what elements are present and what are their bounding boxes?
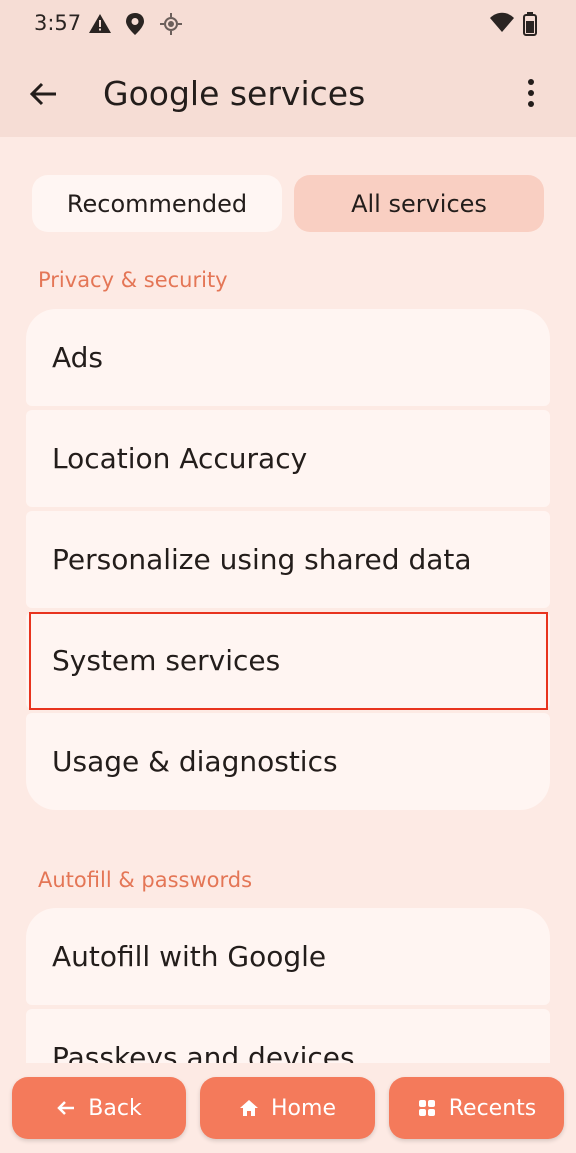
alert-icon bbox=[88, 12, 112, 40]
back-arrow-icon bbox=[56, 1098, 76, 1118]
nav-home-label: Home bbox=[271, 1095, 336, 1121]
section-header-privacy: Privacy & security bbox=[38, 268, 228, 292]
navigation-bar: Back Home Recents bbox=[0, 1063, 576, 1153]
home-icon bbox=[239, 1098, 259, 1118]
recents-icon bbox=[417, 1098, 437, 1118]
tab-recommended[interactable]: Recommended bbox=[32, 175, 282, 232]
location-pin-icon bbox=[124, 12, 146, 40]
back-arrow-icon[interactable] bbox=[28, 78, 60, 114]
list-item-autofill-google[interactable]: Autofill with Google bbox=[26, 908, 550, 1005]
status-time: 3:57 bbox=[34, 11, 82, 35]
nav-recents-button[interactable]: Recents bbox=[389, 1077, 564, 1139]
list-item-ads[interactable]: Ads bbox=[26, 309, 550, 406]
section-header-autofill: Autofill & passwords bbox=[38, 868, 253, 892]
nav-home-button[interactable]: Home bbox=[200, 1077, 375, 1139]
gps-icon bbox=[159, 12, 183, 40]
battery-icon bbox=[523, 12, 537, 40]
list-item-usage-diagnostics[interactable]: Usage & diagnostics bbox=[26, 713, 550, 810]
nav-back-label: Back bbox=[88, 1095, 142, 1121]
tab-all-services[interactable]: All services bbox=[294, 175, 544, 232]
more-vert-icon[interactable] bbox=[520, 78, 542, 112]
list-item-personalize[interactable]: Personalize using shared data bbox=[26, 511, 550, 608]
nav-back-button[interactable]: Back bbox=[12, 1077, 186, 1139]
status-bar: 3:57 bbox=[0, 0, 576, 50]
page-title: Google services bbox=[103, 74, 366, 113]
list-item-system-services[interactable]: System services bbox=[26, 612, 550, 709]
nav-recents-label: Recents bbox=[448, 1095, 537, 1121]
app-bar: Google services bbox=[0, 50, 576, 137]
list-item-location-accuracy[interactable]: Location Accuracy bbox=[26, 410, 550, 507]
wifi-icon bbox=[489, 12, 515, 38]
